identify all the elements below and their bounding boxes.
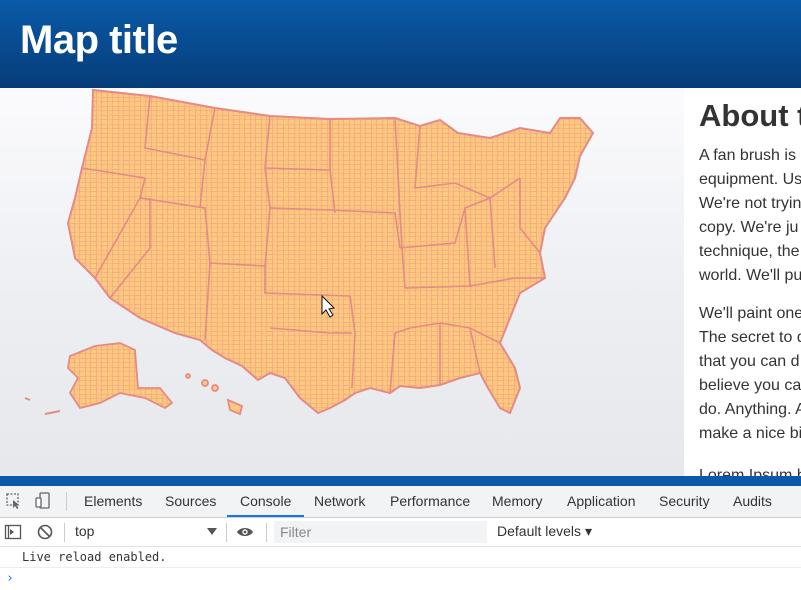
text-line: We'll paint one bbox=[699, 305, 801, 322]
text-line: A fan brush is bbox=[699, 147, 796, 164]
tab-sources[interactable]: Sources bbox=[165, 486, 216, 517]
about-paragraph-3: Lorem Ipsum b bbox=[699, 464, 801, 476]
text-line: equipment. Us bbox=[699, 171, 801, 188]
clear-console-icon[interactable] bbox=[36, 523, 54, 541]
hawaii-shape bbox=[185, 373, 244, 416]
page-divider bbox=[0, 476, 801, 486]
console-toolbar: top Default levels ▾ bbox=[0, 518, 801, 547]
tab-application[interactable]: Application bbox=[567, 486, 636, 517]
inspect-element-icon[interactable] bbox=[5, 492, 23, 510]
about-paragraph-2: We'll paint one The secret to d that you… bbox=[699, 302, 801, 446]
page-title: Map title bbox=[20, 18, 178, 62]
us-county-map[interactable] bbox=[0, 88, 684, 476]
map-panel bbox=[0, 88, 684, 476]
text-line: world. We'll pu bbox=[699, 267, 801, 284]
console-prompt-icon[interactable]: › bbox=[6, 571, 14, 586]
caret-down-icon: ▾ bbox=[584, 523, 592, 539]
tab-separator bbox=[66, 492, 67, 511]
toolbar-separator bbox=[226, 523, 227, 542]
about-heading: About t bbox=[699, 98, 801, 133]
text-line: that you can d bbox=[699, 353, 800, 370]
tab-performance[interactable]: Performance bbox=[390, 486, 470, 517]
text-line: We're not tryin bbox=[699, 195, 801, 212]
eye-icon[interactable] bbox=[236, 523, 254, 541]
sidebar-toggle-icon[interactable] bbox=[4, 523, 22, 541]
about-panel: About t A fan brush is equipment. Us We'… bbox=[684, 88, 801, 476]
chevron-down-icon[interactable] bbox=[207, 528, 217, 535]
text-line: believe you ca bbox=[699, 377, 801, 394]
filter-input[interactable] bbox=[274, 521, 487, 543]
tab-memory[interactable]: Memory bbox=[492, 486, 543, 517]
log-text: Live reload enabled. bbox=[22, 550, 167, 564]
tab-console[interactable]: Console bbox=[227, 486, 305, 517]
text-line: Lorem Ipsum b bbox=[699, 467, 801, 476]
tab-elements[interactable]: Elements bbox=[84, 486, 142, 517]
levels-label: Default levels bbox=[497, 523, 582, 539]
toolbar-separator bbox=[64, 523, 65, 542]
page-header: Map title bbox=[0, 0, 801, 88]
text-line: technique, the bbox=[699, 243, 800, 260]
toolbar-separator bbox=[266, 523, 267, 542]
text-line: copy. We're ju bbox=[699, 219, 799, 236]
tab-audits[interactable]: Audits bbox=[733, 486, 772, 517]
tab-security[interactable]: Security bbox=[659, 486, 710, 517]
default-levels-dropdown[interactable]: Default levels ▾ bbox=[497, 523, 592, 540]
console-message: Live reload enabled. bbox=[0, 547, 801, 568]
text-line: make a nice bi bbox=[699, 425, 801, 442]
devtools-panel: Elements Sources Console Network Perform… bbox=[0, 486, 801, 590]
alaska-shape bbox=[24, 342, 174, 415]
device-toolbar-icon[interactable] bbox=[34, 492, 52, 510]
context-selector[interactable]: top bbox=[75, 523, 94, 539]
text-line: do. Anything. A bbox=[699, 401, 801, 418]
tab-network[interactable]: Network bbox=[314, 486, 365, 517]
about-paragraph-1: A fan brush is equipment. Us We're not t… bbox=[699, 144, 801, 288]
text-line: The secret to d bbox=[699, 329, 801, 346]
conus-shape bbox=[66, 88, 595, 415]
devtools-tabbar: Elements Sources Console Network Perform… bbox=[0, 486, 801, 518]
